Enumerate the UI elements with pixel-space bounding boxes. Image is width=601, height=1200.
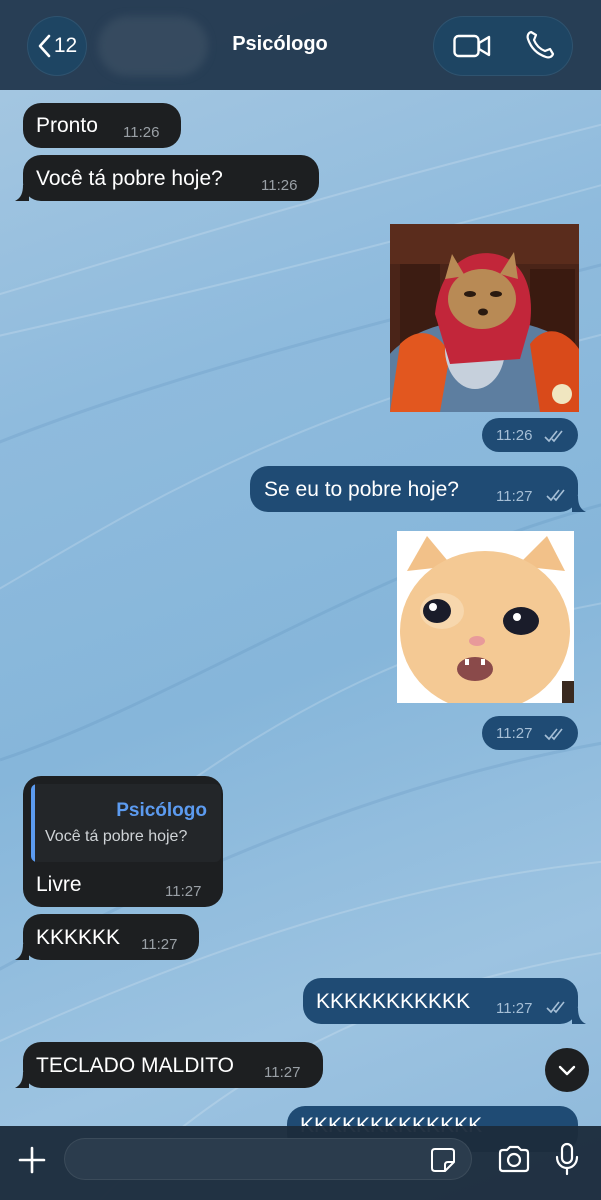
message-time: 11:27 <box>165 883 202 900</box>
double-check-icon <box>544 430 563 443</box>
message-text: Se eu to pobre hoje? <box>264 478 459 501</box>
message-text: Pronto <box>36 114 98 137</box>
outgoing-message[interactable]: KKKKKKKKKKK 11:27 <box>303 978 586 1024</box>
chat-screen: 12 Psicólogo Pronto 11:26 Você tá pobre … <box>0 0 601 1200</box>
call-buttons <box>433 16 573 76</box>
chat-header: 12 Psicólogo <box>0 0 601 90</box>
message-time: 11:27 <box>496 488 533 505</box>
bubble-tail <box>15 944 29 960</box>
double-check-icon <box>544 728 563 741</box>
message-text: Livre <box>36 873 82 896</box>
message-input[interactable] <box>64 1138 472 1180</box>
scroll-to-bottom-button[interactable] <box>545 1048 589 1092</box>
sticker-icon[interactable] <box>430 1147 456 1173</box>
bubble-tail <box>572 1008 586 1024</box>
bubble-tail <box>572 496 586 512</box>
sticker-timestamp: 11:27 <box>482 716 578 750</box>
message-time: 11:27 <box>264 1064 301 1081</box>
quoted-reply[interactable]: Psicólogo Você tá pobre hoje? <box>31 784 221 862</box>
double-check-icon <box>546 1001 565 1014</box>
back-button[interactable]: 12 <box>27 16 87 76</box>
message-text: Você tá pobre hoje? <box>36 167 223 190</box>
message-time: 11:26 <box>261 177 298 194</box>
sticker-image-dog[interactable] <box>390 224 579 412</box>
message-time: 11:26 <box>496 427 533 444</box>
incoming-message[interactable]: KKKKKK 11:27 <box>15 914 199 960</box>
sticker-image-kitten[interactable] <box>397 531 574 703</box>
incoming-message[interactable]: Você tá pobre hoje? 11:26 <box>15 155 319 201</box>
message-time: 11:27 <box>496 1000 533 1017</box>
message-time: 11:27 <box>496 725 533 742</box>
sticker-kitten-illustration <box>397 531 574 703</box>
video-call-icon[interactable] <box>453 33 491 59</box>
incoming-message[interactable]: TECLADO MALDITO 11:27 <box>15 1042 323 1088</box>
unread-count: 12 <box>53 34 78 57</box>
message-time: 11:27 <box>141 936 178 953</box>
incoming-message[interactable]: Pronto 11:26 <box>23 103 181 148</box>
message-text: KKKKKK <box>36 926 121 949</box>
sticker-timestamp: 11:26 <box>482 418 578 452</box>
bubble-tail <box>15 185 29 201</box>
outgoing-message[interactable]: Se eu to pobre hoje? 11:27 <box>250 466 586 512</box>
microphone-icon[interactable] <box>554 1142 580 1176</box>
message-text: TECLADO MALDITO <box>36 1054 234 1077</box>
message-time: 11:26 <box>123 124 160 141</box>
phone-icon[interactable] <box>525 30 555 60</box>
plus-icon[interactable] <box>17 1145 47 1175</box>
reply-accent-bar <box>31 784 35 862</box>
chevron-down-icon <box>558 1065 576 1076</box>
double-check-icon <box>546 489 565 502</box>
chat-title[interactable]: Psicólogo <box>180 33 380 56</box>
back-chevron-icon <box>38 34 51 58</box>
camera-icon[interactable] <box>497 1145 531 1173</box>
sticker-dog-illustration <box>390 224 579 412</box>
message-input-bar <box>0 1126 601 1200</box>
message-text: KKKKKKKKKKK <box>316 990 471 1013</box>
reply-sender-name: Psicólogo <box>116 800 207 821</box>
reply-quoted-text: Você tá pobre hoje? <box>45 828 188 845</box>
incoming-reply-message[interactable]: Psicólogo Você tá pobre hoje? Livre 11:2… <box>23 776 223 907</box>
bubble-tail <box>15 1072 29 1088</box>
